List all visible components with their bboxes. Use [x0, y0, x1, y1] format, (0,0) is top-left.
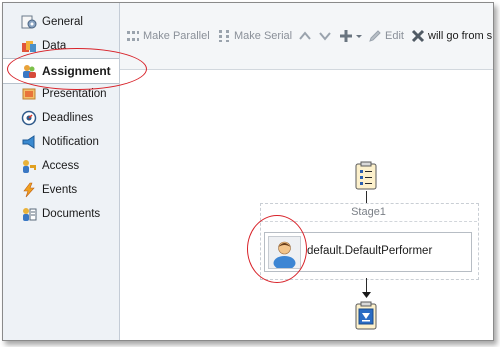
user-icon — [273, 241, 296, 268]
dropdown-arrow-icon — [356, 29, 362, 43]
sidebar-item-label: Data — [42, 40, 67, 52]
sidebar-item-events[interactable]: Events — [3, 179, 119, 201]
sidebar-item-label: General — [42, 16, 83, 28]
sidebar-item-general[interactable]: General — [3, 11, 119, 33]
presentation-icon — [21, 86, 37, 102]
assignment-canvas[interactable]: Stage1 default.DefaultPerformer — [120, 70, 493, 340]
sidebar-item-deadlines[interactable]: Deadlines — [3, 107, 119, 129]
sidebar-item-access[interactable]: Access — [3, 155, 119, 177]
delete-button[interactable] — [411, 27, 428, 45]
events-icon — [21, 182, 37, 198]
stage-divider — [260, 221, 477, 222]
participant-block[interactable]: default.DefaultPerformer — [264, 232, 472, 272]
edit-button[interactable]: Edit — [368, 27, 404, 45]
access-icon — [21, 158, 37, 174]
move-up-button[interactable] — [298, 27, 315, 45]
sidebar-item-label: Access — [42, 160, 80, 172]
sidebar: General Data Assignment Presentation Dea… — [3, 3, 120, 340]
plus-icon — [339, 29, 353, 43]
make-serial-label: Make Serial — [234, 30, 293, 42]
end-node[interactable] — [353, 301, 379, 331]
pencil-icon — [368, 29, 382, 43]
delete-x-icon — [411, 29, 425, 43]
data-icon — [21, 38, 37, 54]
move-down-button[interactable] — [318, 27, 335, 45]
download-clipboard-icon — [355, 301, 377, 330]
sidebar-item-data[interactable]: Data — [3, 35, 119, 57]
add-dropdown-button[interactable] — [339, 27, 365, 45]
serial-icon — [217, 29, 231, 43]
connector-top — [366, 191, 367, 203]
start-node[interactable] — [353, 161, 379, 191]
arrow-head-icon — [362, 292, 371, 298]
chevron-down-icon — [318, 29, 332, 43]
assignment-toolbar: Make Parallel Make Serial Edit will go f… — [120, 3, 493, 70]
sidebar-item-label: Notification — [42, 136, 99, 148]
sidebar-item-label: Assignment — [42, 64, 111, 78]
edit-label: Edit — [385, 30, 404, 42]
sidebar-item-label: Deadlines — [42, 112, 94, 124]
truncated-description-text: will go from s — [428, 30, 493, 42]
participant-icon-box — [268, 236, 301, 269]
sidebar-item-label: Events — [42, 184, 78, 196]
make-serial-button[interactable]: Make Serial — [217, 27, 292, 45]
sidebar-item-assignment[interactable]: Assignment — [3, 58, 119, 84]
notification-icon — [21, 134, 37, 150]
assignment-icon — [21, 63, 37, 79]
chevron-up-icon — [298, 29, 312, 43]
general-icon — [21, 14, 37, 30]
make-parallel-button[interactable]: Make Parallel — [126, 27, 210, 45]
sidebar-item-label: Presentation — [42, 88, 107, 100]
sidebar-item-notification[interactable]: Notification — [3, 131, 119, 153]
task-editor-window: General Data Assignment Presentation Dea… — [2, 2, 494, 341]
participant-label: default.DefaultPerformer — [307, 245, 433, 257]
make-parallel-label: Make Parallel — [143, 30, 210, 42]
stage-title: Stage1 — [351, 206, 386, 218]
checklist-icon — [355, 161, 377, 190]
sidebar-item-documents[interactable]: Documents — [3, 203, 119, 225]
truncated-description: will go from s — [428, 27, 492, 45]
documents-icon — [21, 206, 37, 222]
sidebar-item-presentation[interactable]: Presentation — [3, 83, 119, 105]
deadlines-icon — [21, 110, 37, 126]
sidebar-item-label: Documents — [42, 208, 101, 220]
parallel-icon — [126, 29, 140, 43]
